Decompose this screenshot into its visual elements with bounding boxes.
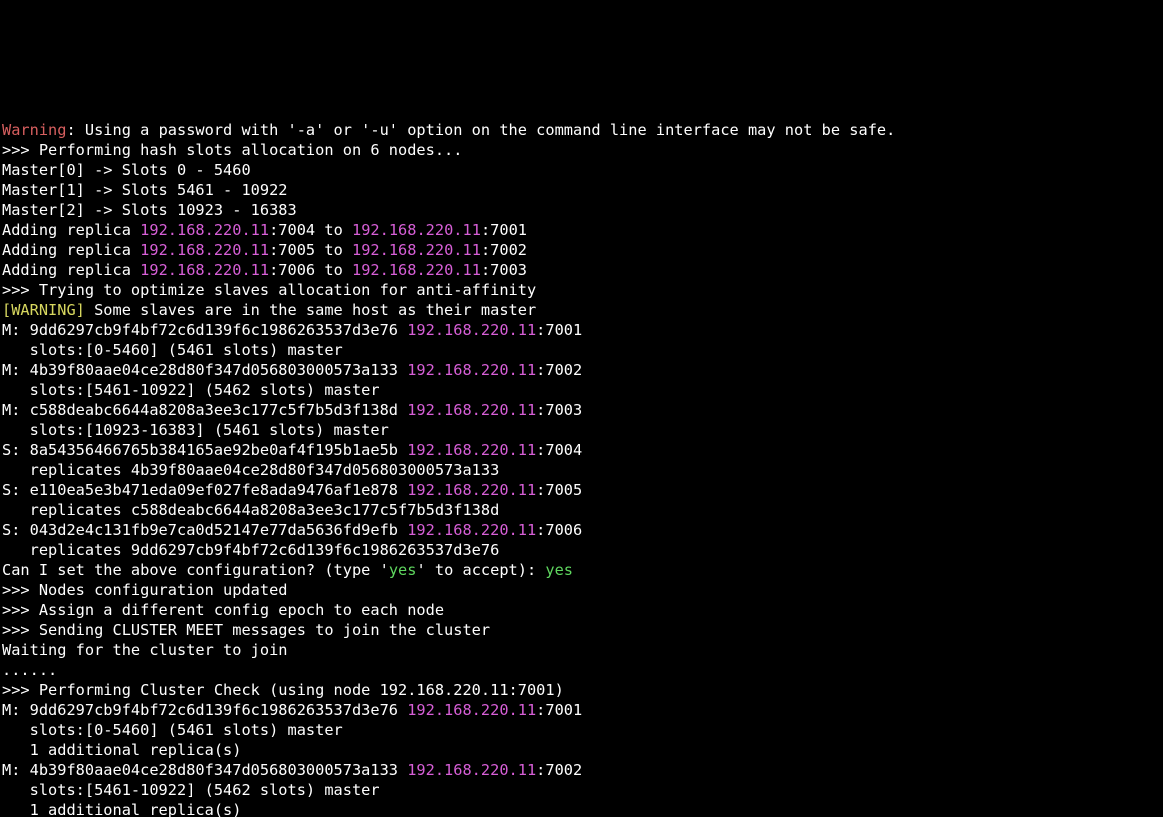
master-1: Master[1] -> Slots 5461 - 10922: [2, 181, 288, 199]
plan-s1-rep: replicates 4b39f80aae04ce28d80f347d05680…: [2, 461, 499, 479]
waiting-line: Waiting for the cluster to join: [2, 641, 288, 659]
ip-address: 192.168.220.11: [407, 361, 536, 379]
optimize-line: >>> Trying to optimize slaves allocation…: [2, 281, 536, 299]
plan-m1: M: 9dd6297cb9f4bf72c6d139f6c1986263537d3…: [2, 321, 582, 339]
wait-dots: ......: [2, 661, 57, 679]
ip-address: 192.168.220.11: [407, 481, 536, 499]
ip-address: 192.168.220.11: [352, 221, 481, 239]
cluster-meet: >>> Sending CLUSTER MEET messages to joi…: [2, 621, 490, 639]
ip-address: 192.168.220.11: [352, 261, 481, 279]
ip-address: 192.168.220.11: [407, 701, 536, 719]
ip-address: 192.168.220.11: [407, 321, 536, 339]
ip-address: 192.168.220.11: [352, 241, 481, 259]
ip-address: 192.168.220.11: [407, 401, 536, 419]
adding-line-1: Adding replica 192.168.220.11:7004 to 19…: [2, 221, 527, 239]
plan-m3: M: c588deabc6644a8208a3ee3c177c5f7b5d3f1…: [2, 401, 582, 419]
assign-epoch: >>> Assign a different config epoch to e…: [2, 601, 444, 619]
plan-m1-slots: slots:[0-5460] (5461 slots) master: [2, 341, 343, 359]
master-2: Master[2] -> Slots 10923 - 16383: [2, 201, 297, 219]
plan-m3-slots: slots:[10923-16383] (5461 slots) master: [2, 421, 389, 439]
ip-address: 192.168.220.11: [407, 521, 536, 539]
warning-label: Warning: [2, 121, 66, 139]
master-0: Master[0] -> Slots 0 - 5460: [2, 161, 251, 179]
result-m2-add: 1 additional replica(s): [2, 801, 241, 817]
plan-s2: S: e110ea5e3b471eda09ef027fe8ada9476af1e…: [2, 481, 582, 499]
ip-address: 192.168.220.11: [140, 261, 269, 279]
ip-address: 192.168.220.11: [140, 221, 269, 239]
result-m2: M: 4b39f80aae04ce28d80f347d056803000573a…: [2, 761, 582, 779]
terminal-output: Warning: Using a password with '-a' or '…: [0, 100, 1163, 817]
result-m1-slots: slots:[0-5460] (5461 slots) master: [2, 721, 343, 739]
adding-line-2: Adding replica 192.168.220.11:7005 to 19…: [2, 241, 527, 259]
adding-line-3: Adding replica 192.168.220.11:7006 to 19…: [2, 261, 527, 279]
cluster-check: >>> Performing Cluster Check (using node…: [2, 681, 564, 699]
warning-tag: [WARNING]: [2, 301, 85, 319]
plan-m2: M: 4b39f80aae04ce28d80f347d056803000573a…: [2, 361, 582, 379]
ip-address: 192.168.220.11: [407, 441, 536, 459]
alloc-header: >>> Performing hash slots allocation on …: [2, 141, 462, 159]
plan-m2-slots: slots:[5461-10922] (5462 slots) master: [2, 381, 380, 399]
warning-text: : Using a password with '-a' or '-u' opt…: [66, 121, 895, 139]
confirm-line: Can I set the above configuration? (type…: [2, 561, 573, 579]
result-m1-add: 1 additional replica(s): [2, 741, 241, 759]
warning-msg: Some slaves are in the same host as thei…: [85, 301, 536, 319]
plan-s3: S: 043d2e4c131fb9e7ca0d52147e77da5636fd9…: [2, 521, 582, 539]
plan-s2-rep: replicates c588deabc6644a8208a3ee3c177c5…: [2, 501, 499, 519]
result-m2-slots: slots:[5461-10922] (5462 slots) master: [2, 781, 380, 799]
plan-s3-rep: replicates 9dd6297cb9f4bf72c6d139f6c1986…: [2, 541, 499, 559]
user-input-yes[interactable]: yes: [545, 561, 573, 579]
ip-address: 192.168.220.11: [407, 761, 536, 779]
nodes-updated: >>> Nodes configuration updated: [2, 581, 288, 599]
plan-s1: S: 8a54356466765b384165ae92be0af4f195b1a…: [2, 441, 582, 459]
result-m1: M: 9dd6297cb9f4bf72c6d139f6c1986263537d3…: [2, 701, 582, 719]
ip-address: 192.168.220.11: [140, 241, 269, 259]
